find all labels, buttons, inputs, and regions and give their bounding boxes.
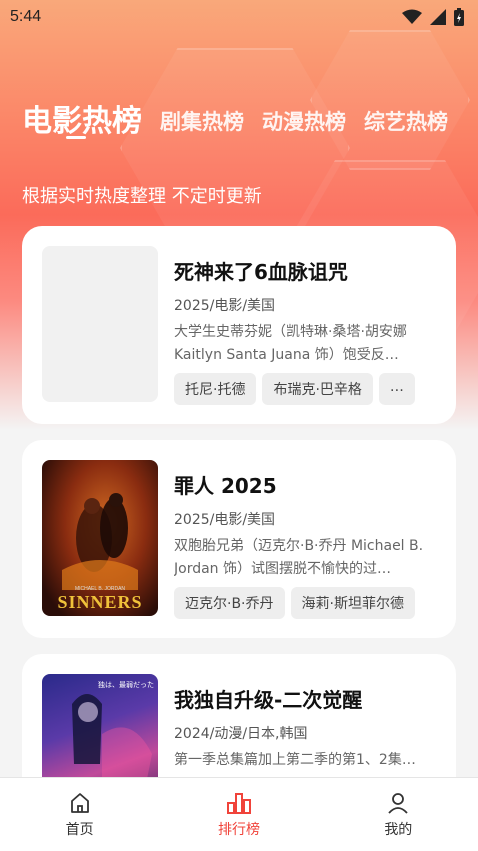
item-title: 我独自升级-二次觉醒 — [174, 688, 363, 712]
tab-series[interactable]: 剧集热榜 — [160, 106, 244, 142]
nav-label: 排行榜 — [217, 821, 260, 838]
category-tabs: 电影热榜 剧集热榜 动漫热榜 综艺热榜 — [22, 86, 478, 142]
poster-placeholder — [42, 246, 158, 402]
item-description: 双胞胎兄弟（迈克尔·B·乔丹 Michael B. Jordan 饰）试图摆脱不… — [174, 538, 424, 577]
poster-tagline: 独は、最弱だった — [98, 681, 154, 689]
home-icon — [70, 792, 89, 813]
ranking-list: 死神来了6血脉诅咒 2025/电影/美国 大学生史蒂芬妮（凯特琳·桑塔·胡安娜 … — [22, 226, 456, 851]
tab-anime[interactable]: 动漫热榜 — [262, 106, 346, 142]
status-bar: 5:44 — [0, 0, 478, 34]
nav-home[interactable]: 首页 — [35, 791, 125, 839]
status-time: 5:44 — [10, 8, 42, 25]
profile-icon — [388, 792, 408, 814]
cast-tags: 托尼·托德 布瑞克·巴辛格 … — [174, 373, 436, 405]
item-info: 死神来了6血脉诅咒 2025/电影/美国 大学生史蒂芬妮（凯特琳·桑塔·胡安娜 … — [174, 246, 436, 405]
item-title: 罪人 2025 — [174, 474, 277, 498]
item-info: 罪人 2025 2025/电影/美国 双胞胎兄弟（迈克尔·B·乔丹 Michae… — [174, 460, 436, 619]
list-item[interactable]: 死神来了6血脉诅咒 2025/电影/美国 大学生史蒂芬妮（凯特琳·桑塔·胡安娜 … — [22, 226, 456, 424]
item-meta: 2025/电影/美国 — [174, 512, 276, 528]
ranking-icon — [226, 792, 251, 814]
status-icons — [402, 8, 464, 26]
active-tab-indicator — [66, 136, 86, 139]
cast-tag-more[interactable]: … — [378, 373, 415, 405]
list-item[interactable]: MICHAEL B. JORDAN SINNERS 罪人 2025 2025/电… — [22, 440, 456, 638]
cast-tag[interactable]: 布瑞克·巴辛格 — [262, 373, 373, 405]
nav-label: 我的 — [384, 821, 413, 838]
page-subtitle: 根据实时热度整理 不定时更新 — [22, 186, 262, 207]
tab-variety[interactable]: 综艺热榜 — [364, 106, 448, 142]
cast-tag[interactable]: 迈克尔·B·乔丹 — [174, 587, 285, 619]
poster-image: MICHAEL B. JORDAN SINNERS — [42, 460, 158, 616]
item-meta: 2024/动漫/日本,韩国 — [174, 726, 308, 742]
item-title: 死神来了6血脉诅咒 — [174, 260, 348, 284]
nav-label: 首页 — [65, 821, 94, 838]
nav-profile[interactable]: 我的 — [353, 791, 443, 839]
item-meta: 2025/电影/美国 — [174, 298, 276, 314]
bottom-navigation: 首页 排行榜 我的 — [0, 777, 478, 851]
battery-icon — [454, 8, 464, 26]
cast-tag[interactable]: 托尼·托德 — [174, 373, 257, 405]
poster-title: SINNERS — [57, 592, 143, 612]
cast-tag[interactable]: 海莉·斯坦菲尔德 — [290, 587, 415, 619]
wifi-icon — [402, 9, 422, 24]
item-description: 大学生史蒂芬妮（凯特琳·桑塔·胡安娜 Kaitlyn Santa Juana 饰… — [174, 324, 407, 363]
cast-tags: 迈克尔·B·乔丹 海莉·斯坦菲尔德 — [174, 587, 436, 619]
signal-icon — [430, 9, 446, 25]
nav-ranking[interactable]: 排行榜 — [194, 791, 284, 839]
